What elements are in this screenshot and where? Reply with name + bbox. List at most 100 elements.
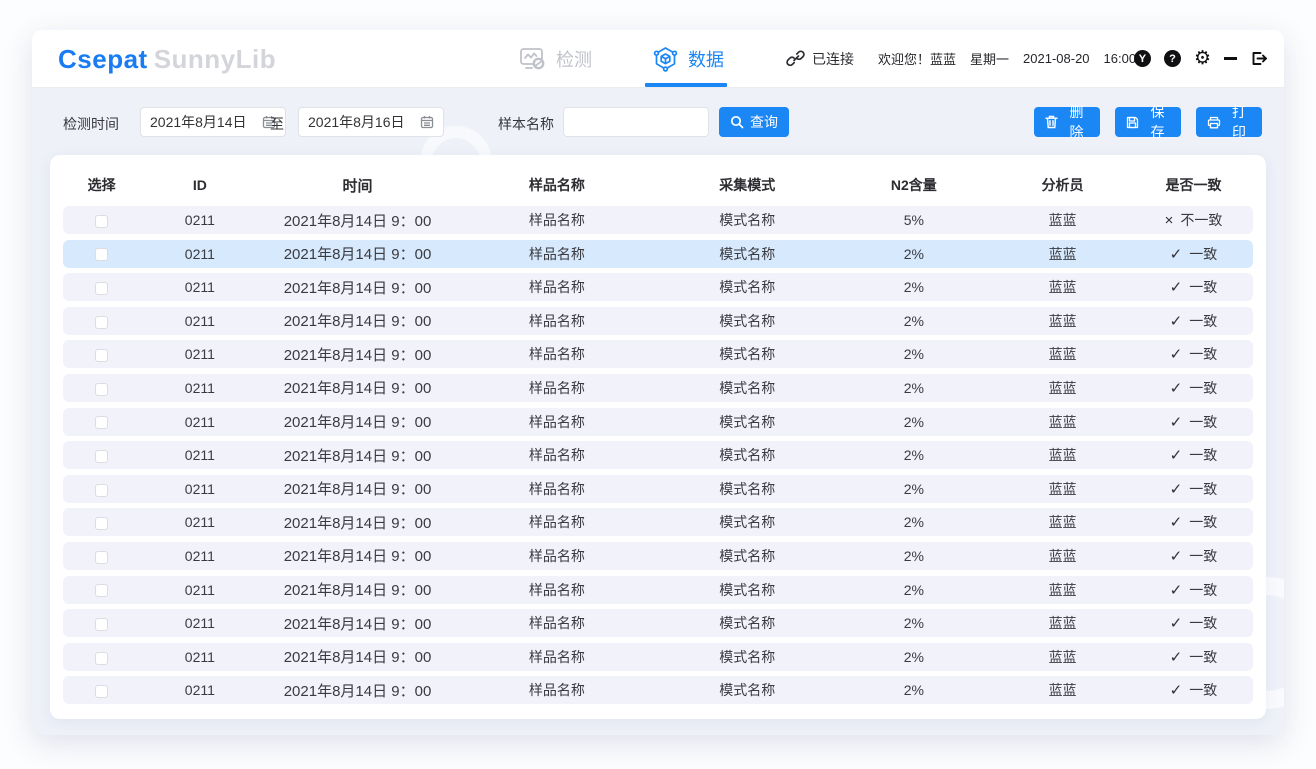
save-icon	[1126, 116, 1139, 129]
cell-id: 0211	[140, 514, 259, 530]
cell-analyst: 蓝蓝	[991, 344, 1134, 364]
cell-sample-name: 样品名称	[456, 277, 658, 297]
cell-analyst: 蓝蓝	[991, 546, 1134, 566]
column-header: 分析员	[991, 175, 1134, 195]
minimize-icon[interactable]	[1224, 57, 1237, 59]
table-row[interactable]: 02112021年8月14日 9：00样品名称模式名称2%蓝蓝✓一致	[63, 676, 1253, 704]
sample-name-input[interactable]	[563, 107, 709, 137]
cell-select	[63, 246, 140, 262]
cell-time: 2021年8月14日 9：00	[259, 478, 455, 499]
to-label: 至	[270, 114, 284, 134]
row-checkbox[interactable]	[95, 215, 108, 228]
date-to-value: 2021年8月16日	[308, 112, 405, 132]
match-status-label: 不一致	[1180, 212, 1222, 228]
cell-collect-mode: 模式名称	[658, 210, 837, 230]
table-row[interactable]: 02112021年8月14日 9：00样品名称模式名称2%蓝蓝✓一致	[63, 576, 1253, 604]
match-status-label: 一致	[1189, 313, 1217, 329]
cell-time: 2021年8月14日 9：00	[259, 310, 455, 331]
table-row[interactable]: 02112021年8月14日 9：00样品名称模式名称2%蓝蓝✓一致	[63, 542, 1253, 570]
about-icon[interactable]: Y	[1134, 50, 1151, 67]
cell-n2-content: 2%	[836, 246, 991, 262]
cell-select	[63, 414, 140, 430]
cell-analyst: 蓝蓝	[991, 378, 1134, 398]
cell-time: 2021年8月14日 9：00	[259, 680, 455, 701]
table-row[interactable]: 02112021年8月14日 9：00样品名称模式名称2%蓝蓝✓一致	[63, 508, 1253, 536]
cell-match-status: ✓一致	[1134, 244, 1253, 264]
logo-secondary: SunnyLib	[154, 44, 276, 74]
check-icon: ✓	[1170, 446, 1183, 464]
table-row[interactable]: 02112021年8月14日 9：00样品名称模式名称2%蓝蓝✓一致	[63, 307, 1253, 335]
table-row[interactable]: 02112021年8月14日 9：00样品名称模式名称2%蓝蓝✓一致	[63, 441, 1253, 469]
row-checkbox[interactable]	[95, 652, 108, 665]
cell-time: 2021年8月14日 9：00	[259, 512, 455, 533]
cell-sample-name: 样品名称	[456, 512, 658, 532]
logout-icon[interactable]	[1250, 50, 1268, 67]
cell-select	[63, 313, 140, 329]
help-icon[interactable]: ?	[1164, 50, 1181, 67]
cell-match-status: ✓一致	[1134, 412, 1253, 432]
cell-n2-content: 2%	[836, 313, 991, 329]
row-checkbox[interactable]	[95, 584, 108, 597]
cell-select	[63, 279, 140, 295]
time-text: 16:00	[1104, 51, 1137, 66]
check-icon: ✓	[1170, 413, 1183, 431]
row-checkbox[interactable]	[95, 685, 108, 698]
table-row[interactable]: 02112021年8月14日 9：00样品名称模式名称2%蓝蓝✓一致	[63, 408, 1253, 436]
cell-analyst: 蓝蓝	[991, 412, 1134, 432]
table-row[interactable]: 02112021年8月14日 9：00样品名称模式名称2%蓝蓝✓一致	[63, 240, 1253, 268]
table-row[interactable]: 02112021年8月14日 9：00样品名称模式名称5%蓝蓝×不一致	[63, 206, 1253, 234]
row-checkbox[interactable]	[95, 383, 108, 396]
cell-id: 0211	[140, 346, 259, 362]
cell-match-status: ✓一致	[1134, 277, 1253, 297]
cell-analyst: 蓝蓝	[991, 311, 1134, 331]
row-checkbox[interactable]	[95, 450, 108, 463]
cell-n2-content: 2%	[836, 682, 991, 698]
active-tab-indicator	[645, 83, 727, 87]
table-row[interactable]: 02112021年8月14日 9：00样品名称模式名称2%蓝蓝✓一致	[63, 609, 1253, 637]
cell-sample-name: 样品名称	[456, 445, 658, 465]
cell-id: 0211	[140, 649, 259, 665]
table-row[interactable]: 02112021年8月14日 9：00样品名称模式名称2%蓝蓝✓一致	[63, 374, 1253, 402]
date-to-input[interactable]: 2021年8月16日	[298, 107, 444, 137]
tab-data[interactable]: 数据	[652, 30, 724, 87]
table-row[interactable]: 02112021年8月14日 9：00样品名称模式名称2%蓝蓝✓一致	[63, 273, 1253, 301]
check-icon: ✓	[1170, 278, 1183, 296]
row-checkbox[interactable]	[95, 248, 108, 261]
cell-id: 0211	[140, 682, 259, 698]
check-icon: ✓	[1170, 681, 1183, 699]
match-status-label: 一致	[1189, 548, 1217, 564]
row-checkbox[interactable]	[95, 517, 108, 530]
tab-detect[interactable]: 检测	[519, 30, 592, 87]
detect-time-label: 检测时间	[63, 114, 119, 134]
row-checkbox[interactable]	[95, 416, 108, 429]
search-icon	[730, 115, 744, 129]
row-checkbox[interactable]	[95, 618, 108, 631]
save-button-label: 保存	[1145, 102, 1170, 142]
cell-sample-name: 样品名称	[456, 647, 658, 667]
column-header: 采集模式	[658, 175, 837, 195]
table-row[interactable]: 02112021年8月14日 9：00样品名称模式名称2%蓝蓝✓一致	[63, 475, 1253, 503]
calendar-icon[interactable]	[420, 115, 434, 129]
cell-analyst: 蓝蓝	[991, 445, 1134, 465]
row-checkbox[interactable]	[95, 551, 108, 564]
row-checkbox[interactable]	[95, 349, 108, 362]
settings-gear-icon[interactable]: ⚙	[1194, 49, 1211, 68]
table-row[interactable]: 02112021年8月14日 9：00样品名称模式名称2%蓝蓝✓一致	[63, 340, 1253, 368]
cell-sample-name: 样品名称	[456, 412, 658, 432]
cell-id: 0211	[140, 279, 259, 295]
query-button[interactable]: 查询	[719, 107, 789, 137]
cell-select	[63, 548, 140, 564]
print-button[interactable]: 打印	[1196, 107, 1262, 137]
date-from-input[interactable]: 2021年8月14日	[140, 107, 286, 137]
weekday-text: 星期一	[970, 49, 1009, 68]
cell-analyst: 蓝蓝	[991, 479, 1134, 499]
delete-button[interactable]: 删除	[1034, 107, 1100, 137]
cell-analyst: 蓝蓝	[991, 680, 1134, 700]
row-checkbox[interactable]	[95, 484, 108, 497]
row-checkbox[interactable]	[95, 282, 108, 295]
save-button[interactable]: 保存	[1115, 107, 1181, 137]
trash-icon	[1045, 115, 1058, 129]
table-row[interactable]: 02112021年8月14日 9：00样品名称模式名称2%蓝蓝✓一致	[63, 643, 1253, 671]
row-checkbox[interactable]	[95, 316, 108, 329]
match-status-label: 一致	[1189, 682, 1217, 698]
